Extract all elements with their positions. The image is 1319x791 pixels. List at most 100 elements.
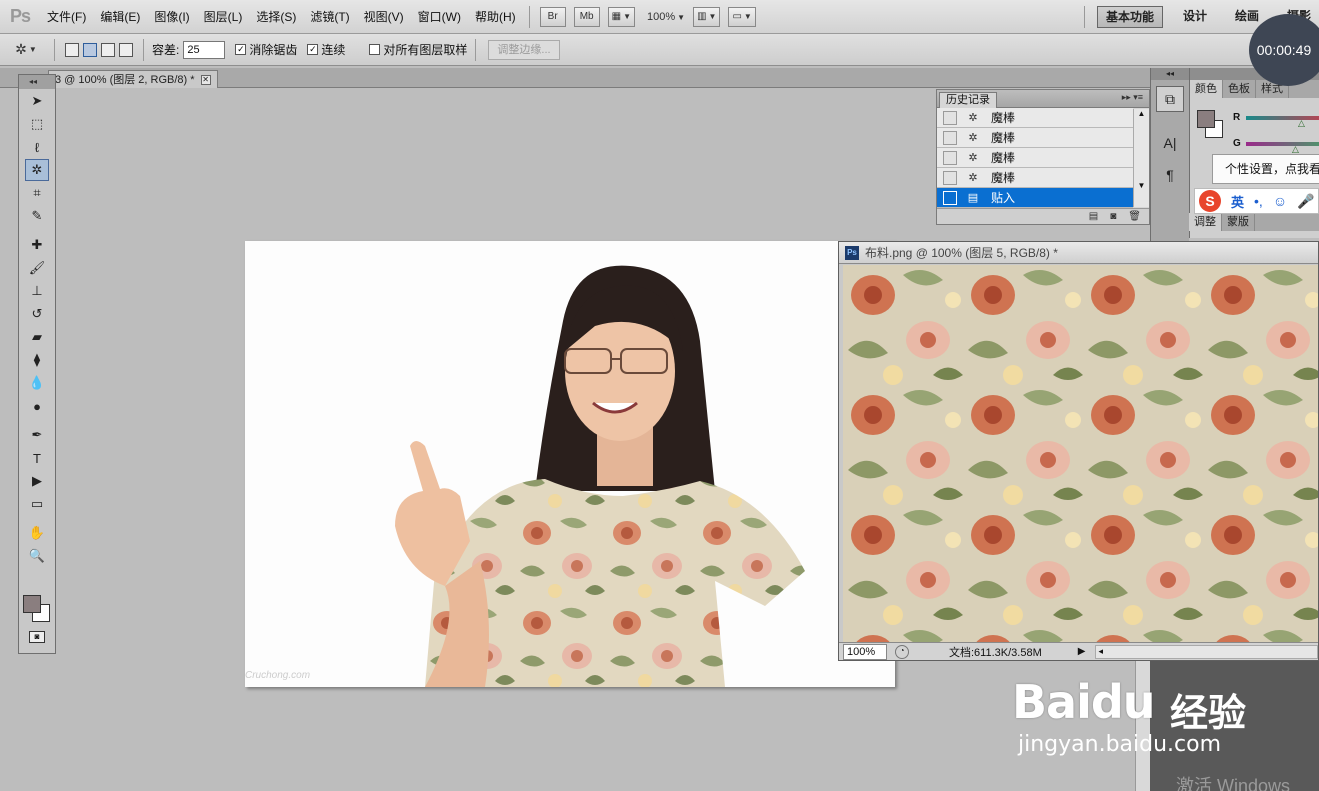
emoji-icon[interactable]: ☺ [1273, 193, 1287, 209]
type-tool-icon[interactable]: T [25, 447, 49, 469]
tool-preset-picker[interactable]: ✲ ▼ [6, 38, 46, 62]
fabric-image[interactable] [843, 265, 1318, 643]
red-slider[interactable] [1246, 116, 1319, 120]
voice-icon[interactable]: 🎤 [1297, 193, 1314, 210]
tab-swatches[interactable]: 色板 [1223, 80, 1256, 98]
foreground-color-swatch[interactable] [23, 595, 41, 613]
fabric-pattern [843, 265, 1318, 643]
blur-tool-icon[interactable]: 💧 [25, 372, 49, 394]
tolerance-input[interactable]: 25 [183, 40, 226, 59]
history-source-checkbox[interactable] [943, 190, 957, 205]
history-row[interactable]: ✲ 魔棒 [937, 128, 1133, 148]
menu-view[interactable]: 视图(V) [357, 0, 411, 34]
trash-icon[interactable]: 🗑 [1128, 211, 1141, 222]
punctuation-icon[interactable]: •, [1254, 193, 1263, 209]
menu-layer[interactable]: 图层(L) [197, 0, 250, 34]
menu-separator [528, 5, 530, 28]
status-info-icon[interactable]: ◔ [895, 644, 909, 659]
new-selection-button[interactable] [65, 42, 79, 57]
pen-tool-icon[interactable]: ✒ [25, 424, 49, 446]
history-row[interactable]: ✲ 魔棒 [937, 168, 1133, 188]
tab-masks[interactable]: 蒙版 [1222, 213, 1255, 231]
sogou-logo-icon[interactable]: S [1199, 190, 1221, 212]
clone-stamp-tool-icon[interactable]: ⊥ [25, 280, 49, 302]
zoom-level[interactable]: 100% ▼ [647, 11, 685, 23]
menu-filter[interactable]: 滤镜(T) [303, 0, 356, 34]
lasso-tool-icon[interactable]: ℓ [25, 136, 49, 158]
menu-window[interactable]: 窗口(W) [411, 0, 468, 34]
toolbox-collapse-handle[interactable]: ◂◂ [19, 75, 55, 89]
refine-edge-button[interactable]: 调整边缘... [488, 39, 560, 60]
magic-wand-tool-icon[interactable]: ✲ [25, 159, 49, 181]
fabric-document-window[interactable]: Ps 布料.png @ 100% (图层 5, RGB/8) * 100% ◔ … [838, 241, 1319, 661]
history-panel-icon[interactable]: ⧉ [1156, 86, 1184, 112]
new-document-from-state-icon[interactable]: ▤ [1089, 211, 1098, 222]
document-tab-title: 3 @ 100% (图层 2, RGB/8) * [55, 73, 195, 86]
tools-panel: ◂◂ ➤ ⬚ ℓ ✲ ⌗ ✎ ✚ 🖌 ⊥ ↺ ▰ ⧫ 💧 ● ✒ T ▶ ▭ ✋… [18, 74, 56, 654]
history-source-checkbox[interactable] [943, 170, 957, 185]
screen-mode-button[interactable]: ▭ ▼ [728, 6, 756, 27]
baidu-logo-text: Baidu [1012, 675, 1156, 729]
crop-tool-icon[interactable]: ⌗ [25, 182, 49, 204]
history-brush-tool-icon[interactable]: ↺ [25, 303, 49, 325]
quick-mask-icon[interactable]: ◙ [29, 631, 45, 643]
intersect-selection-button[interactable] [119, 42, 133, 57]
slider-thumb-icon[interactable]: △ [1298, 118, 1305, 129]
baidu-logo-cn: 经验 [1170, 691, 1247, 735]
workspace-essentials-button[interactable]: 基本功能 [1096, 5, 1163, 28]
dodge-tool-icon[interactable]: ● [25, 395, 49, 417]
history-source-checkbox[interactable] [943, 130, 957, 145]
tab-adjustments[interactable]: 调整 [1189, 213, 1222, 231]
main-canvas[interactable]: Cruchong.com [245, 241, 895, 687]
healing-brush-tool-icon[interactable]: ✚ [25, 234, 49, 256]
document-tab[interactable]: 3 @ 100% (图层 2, RGB/8) * ✕ [48, 70, 218, 88]
workspace-design-button[interactable]: 设计 [1175, 6, 1215, 28]
paragraph-panel-icon[interactable]: ¶ [1156, 162, 1184, 188]
history-row[interactable]: ✲ 魔棒 [937, 108, 1133, 128]
eyedropper-tool-icon[interactable]: ✎ [25, 205, 49, 227]
tab-color[interactable]: 颜色 [1190, 80, 1223, 98]
rectangle-tool-icon[interactable]: ▭ [25, 493, 49, 515]
zoom-tool-icon[interactable]: 🔍 [25, 545, 49, 567]
character-panel-icon[interactable]: A| [1156, 130, 1184, 156]
sample-all-layers-checkbox[interactable]: 对所有图层取样 [369, 41, 467, 58]
history-row[interactable]: ✲ 魔棒 [937, 148, 1133, 168]
minibridge-button[interactable]: Mb [573, 6, 600, 27]
ime-language[interactable]: 英 [1231, 192, 1244, 211]
paint-bucket-tool-icon[interactable]: ⧫ [25, 349, 49, 371]
fabric-window-titlebar[interactable]: Ps 布料.png @ 100% (图层 5, RGB/8) * [839, 242, 1318, 264]
menu-select[interactable]: 选择(S) [249, 0, 303, 34]
marquee-tool-icon[interactable]: ⬚ [25, 113, 49, 135]
eraser-tool-icon[interactable]: ▰ [25, 326, 49, 348]
history-source-checkbox[interactable] [943, 150, 957, 165]
history-row-selected[interactable]: ▤ 贴入 [937, 188, 1133, 208]
hand-tool-icon[interactable]: ✋ [25, 522, 49, 544]
bridge-button[interactable]: Br [539, 6, 566, 27]
move-tool-icon[interactable]: ➤ [25, 90, 49, 112]
menu-image[interactable]: 图像(I) [147, 0, 196, 34]
brush-tool-icon[interactable]: 🖌 [25, 257, 49, 279]
green-slider[interactable] [1246, 142, 1319, 146]
menu-edit[interactable]: 编辑(E) [93, 0, 147, 34]
path-selection-tool-icon[interactable]: ▶ [25, 470, 49, 492]
menu-help[interactable]: 帮助(H) [468, 0, 523, 34]
dock-collapse-handle[interactable]: ◂◂ [1151, 68, 1189, 80]
fabric-zoom-field[interactable]: 100% [843, 643, 887, 660]
subtract-from-selection-button[interactable] [101, 42, 115, 57]
panel-foreground-swatch[interactable] [1197, 110, 1215, 128]
add-to-selection-button[interactable] [83, 42, 97, 57]
history-row-label: 魔棒 [991, 131, 1016, 145]
menu-file[interactable]: 文件(F) [40, 0, 93, 34]
history-tab[interactable]: 历史记录 [939, 92, 997, 108]
arrange-documents-button[interactable]: ▥ ▼ [693, 6, 721, 27]
chevron-down-icon: ▼ [708, 12, 717, 21]
canvas-watermark: Cruchong.com [245, 670, 311, 681]
history-source-checkbox[interactable] [943, 110, 957, 125]
antialias-checkbox[interactable]: ✓ 消除锯齿 [235, 41, 297, 58]
history-scrollbar[interactable]: ▲ ▼ [1133, 109, 1149, 207]
view-extras-button[interactable]: ▦ ▼ [607, 6, 636, 27]
contiguous-checkbox[interactable]: ✓ 连续 [307, 41, 345, 58]
panel-menu-icon[interactable]: ▸▸ ▾≡ [1122, 92, 1143, 103]
new-snapshot-icon[interactable]: ◙ [1110, 211, 1116, 222]
close-icon[interactable]: ✕ [200, 74, 211, 85]
